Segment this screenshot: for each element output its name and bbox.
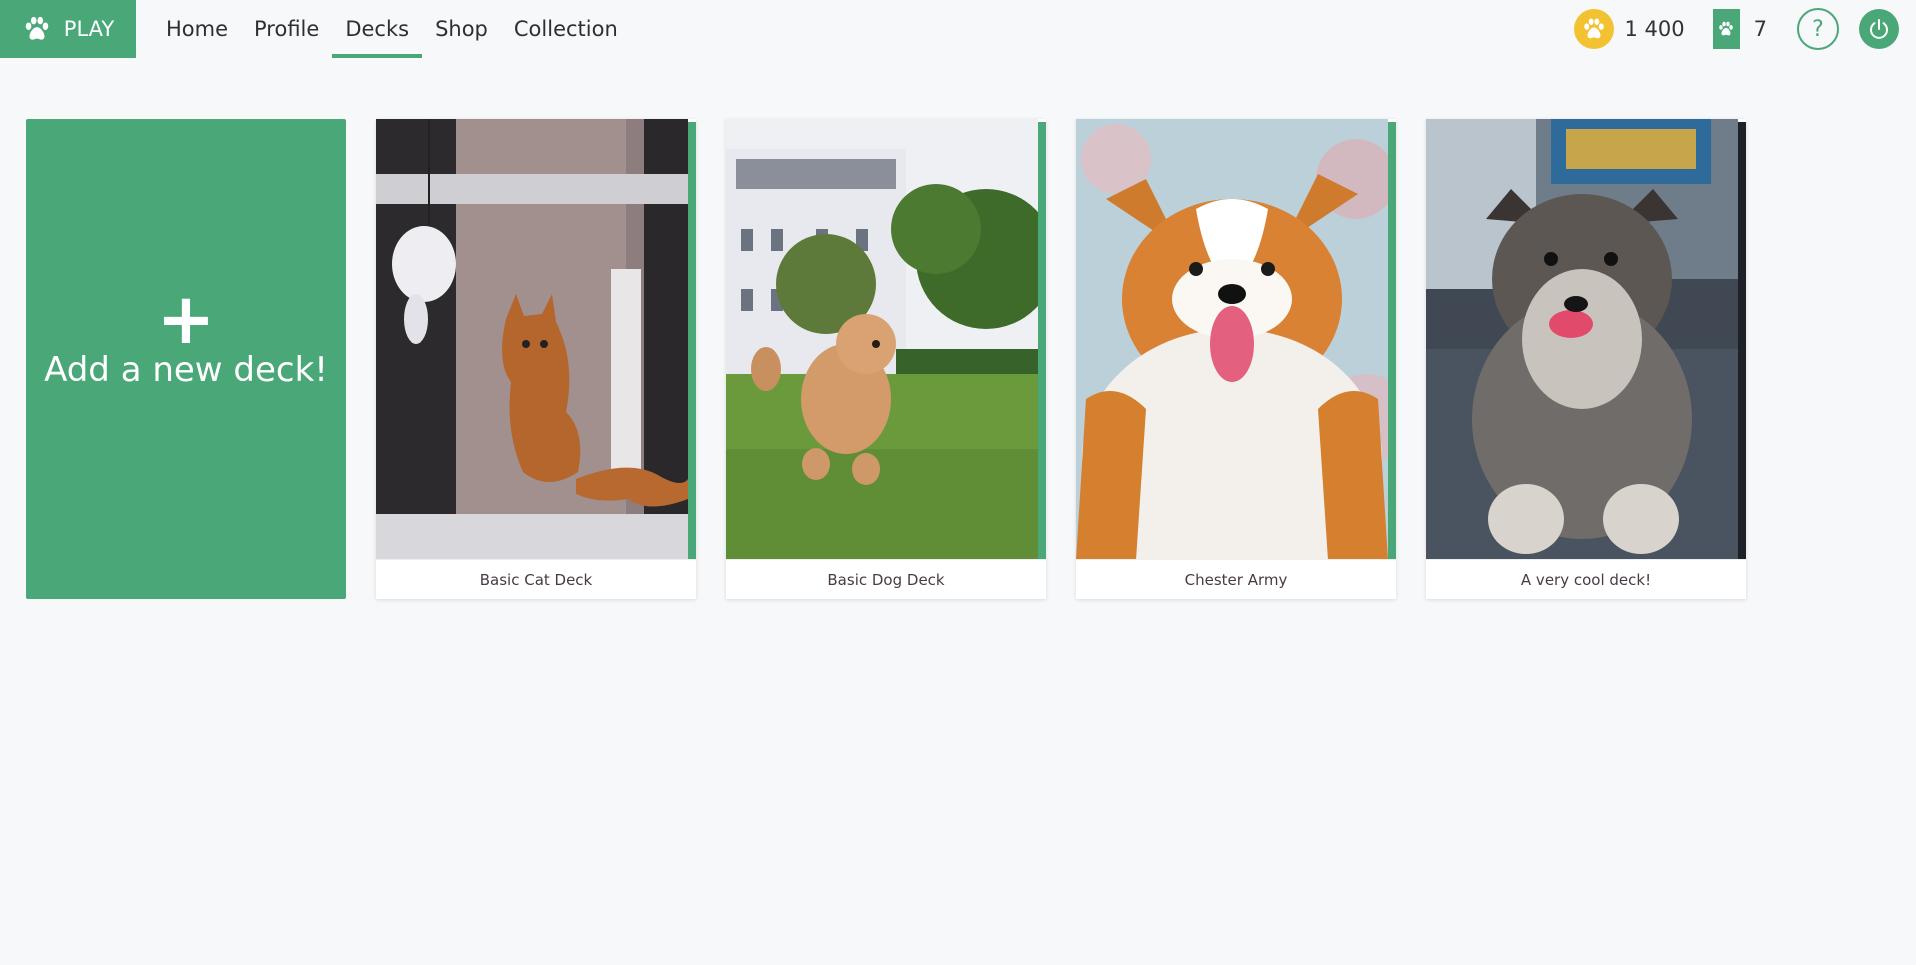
nav-collection[interactable]: Collection (501, 0, 631, 58)
nav-shop[interactable]: Shop (422, 0, 501, 58)
deck-grid: + Add a new deck! Basic Cat Deck Basic D… (26, 119, 1746, 599)
pack-count: 7 (1753, 17, 1767, 41)
coin-icon (1573, 9, 1614, 49)
play-label: PLAY (63, 17, 115, 41)
card-pack-icon (1712, 9, 1740, 49)
coin-count: 1 400 (1624, 17, 1685, 41)
deck-title: A very cool deck! (1426, 559, 1746, 599)
deck-image-cat (376, 119, 688, 560)
deck-spine (1388, 122, 1396, 560)
add-deck-button[interactable]: + Add a new deck! (26, 119, 346, 599)
plus-icon: + (156, 278, 216, 360)
paw-icon (25, 16, 49, 40)
deck-image-corgi (1076, 119, 1388, 560)
deck-title: Chester Army (1076, 559, 1396, 599)
deck-card[interactable]: Chester Army (1076, 119, 1396, 599)
top-navigation-bar: PLAY Home Profile Decks Shop Collection … (0, 0, 1916, 58)
user-toolbar: 1 400 7 ? (1573, 0, 1916, 58)
deck-title: Basic Dog Deck (726, 559, 1046, 599)
deck-title: Basic Cat Deck (376, 559, 696, 599)
deck-spine (1038, 122, 1046, 560)
deck-image-husky-puppy (1426, 119, 1738, 560)
main-nav: Home Profile Decks Shop Collection (153, 0, 631, 58)
logout-button[interactable] (1859, 9, 1899, 49)
add-deck-label: Add a new deck! (44, 350, 328, 390)
deck-spine (688, 122, 696, 560)
deck-image-poodle (726, 119, 1038, 560)
deck-spine (1738, 122, 1746, 560)
play-button[interactable]: PLAY (0, 0, 136, 58)
nav-profile[interactable]: Profile (241, 0, 332, 58)
power-icon (1870, 19, 1888, 39)
nav-decks[interactable]: Decks (332, 0, 422, 58)
nav-home[interactable]: Home (153, 0, 241, 58)
deck-card[interactable]: Basic Dog Deck (726, 119, 1046, 599)
deck-card[interactable]: A very cool deck! (1426, 119, 1746, 599)
deck-card[interactable]: Basic Cat Deck (376, 119, 696, 599)
question-icon: ? (1812, 16, 1824, 42)
help-button[interactable]: ? (1797, 8, 1839, 50)
